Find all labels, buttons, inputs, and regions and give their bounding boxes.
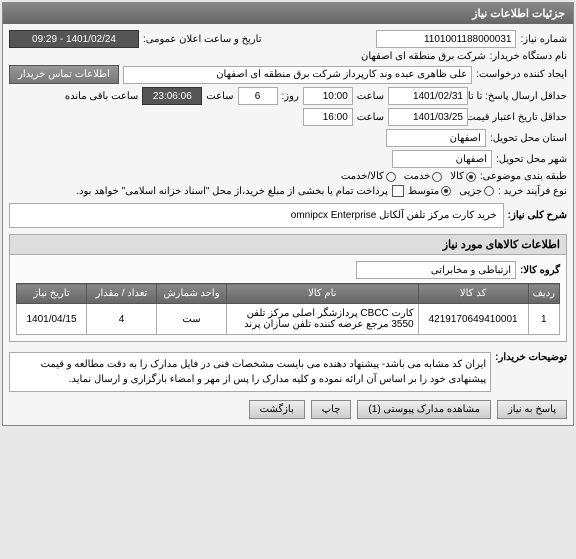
remaining-label: ساعت باقی مانده	[65, 91, 138, 102]
province-field: اصفهان	[386, 129, 486, 147]
contact-buyer-button[interactable]: اطلاعات تماس خریدار	[9, 65, 119, 84]
cell-idx: 1	[528, 304, 559, 335]
requester-field: علی ظاهری عبده وند کارپرداز شرکت برق منط…	[123, 66, 472, 84]
th-unit: واحد شمارش	[157, 284, 227, 304]
items-panel: اطلاعات کالاهای مورد نیاز گروه کالا: ارت…	[9, 234, 567, 342]
announce-value: 1401/02/24 - 09:29	[9, 30, 139, 48]
validity-label: حداقل تاریخ اعتبار قیمت: تا تاریخ:	[472, 112, 567, 123]
th-date: تاریخ نیاز	[17, 284, 87, 304]
items-panel-title: اطلاعات کالاهای مورد نیاز	[10, 235, 566, 255]
attachments-button[interactable]: مشاهده مدارک پیوستی (1)	[357, 400, 491, 419]
treasury-checkbox[interactable]	[392, 185, 404, 197]
print-button[interactable]: چاپ	[311, 400, 352, 419]
th-name: نام کالا	[227, 284, 419, 304]
th-code: کد کالا	[418, 284, 528, 304]
day-value: 6	[238, 87, 278, 105]
buyer-notes-label: توضیحات خریدار:	[495, 348, 567, 363]
radio-small[interactable]: جزیی	[459, 186, 494, 197]
deadline-date: 1401/02/31	[388, 87, 468, 105]
process-radio-group: جزیی متوسط	[408, 186, 494, 197]
category-radio-group: کالا خدمت کالا/خدمت	[341, 171, 476, 182]
process-note: پرداخت تمام یا بخشی از مبلغ خرید،از محل …	[76, 186, 388, 197]
hour-label: ساعت	[206, 91, 233, 102]
radio-goods-label: کالا	[450, 171, 464, 182]
desc-label: شرح کلی نیاز:	[508, 210, 567, 221]
radio-dot-icon	[466, 172, 476, 182]
group-label: گروه کالا:	[520, 265, 560, 276]
cell-name: کارت CBCC پردازشگر اصلی مرکز تلفن 3550 م…	[227, 304, 419, 335]
validity-time-label: ساعت	[357, 112, 384, 123]
deadline-label: حداقل ارسال پاسخ: تا تاریخ:	[472, 91, 567, 102]
table-row: 1 4219170649410001 کارت CBCC پردازشگر اص…	[17, 304, 560, 335]
deadline-time-label: ساعت	[357, 91, 384, 102]
back-button[interactable]: بازگشت	[249, 400, 305, 419]
footer-buttons: پاسخ به نیاز مشاهده مدارک پیوستی (1) چاپ…	[9, 400, 567, 419]
table-header-row: ردیف کد کالا نام کالا واحد شمارش تعداد /…	[17, 284, 560, 304]
day-label: روز:	[282, 91, 299, 102]
validity-time: 16:00	[303, 108, 353, 126]
buyer-name-value: شرکت برق منطقه ای اصفهان	[361, 51, 486, 62]
cell-qty: 4	[87, 304, 157, 335]
radio-dot-icon	[386, 172, 396, 182]
buyer-name-label: نام دستگاه خریدار:	[490, 51, 567, 62]
radio-both[interactable]: کالا/خدمت	[341, 171, 396, 182]
cell-code: 4219170649410001	[418, 304, 528, 335]
province-label: استان محل تحویل:	[490, 133, 567, 144]
radio-medium-label: متوسط	[408, 186, 439, 197]
radio-service-label: خدمت	[404, 171, 431, 182]
buyer-notes-box: ایران کد مشابه می باشد- پیشنهاد دهنده می…	[9, 352, 491, 392]
radio-service[interactable]: خدمت	[404, 171, 443, 182]
radio-dot-icon	[441, 186, 451, 196]
need-number-field: 1101001188000031	[376, 30, 516, 48]
cell-unit: ست	[157, 304, 227, 335]
radio-medium[interactable]: متوسط	[408, 186, 451, 197]
category-label: طبقه بندی موضوعی:	[480, 171, 567, 182]
validity-date: 1401/03/25	[388, 108, 468, 126]
requester-label: ایجاد کننده درخواست:	[476, 69, 567, 80]
need-number-label: شماره نیاز:	[520, 34, 567, 45]
city-label: شهر محل تحویل:	[496, 154, 567, 165]
deadline-time: 10:00	[303, 87, 353, 105]
radio-dot-icon	[484, 186, 494, 196]
city-field: اصفهان	[392, 150, 492, 168]
group-field: ارتباطی و مخابراتی	[356, 261, 516, 279]
reply-button[interactable]: پاسخ به نیاز	[497, 400, 567, 419]
radio-dot-icon	[432, 172, 442, 182]
desc-field: خرید کارت مرکز تلفن آلکاتل omnipcx Enter…	[9, 203, 504, 228]
form-body: شماره نیاز: 1101001188000031 تاریخ و ساع…	[3, 24, 573, 425]
cell-date: 1401/04/15	[17, 304, 87, 335]
radio-goods[interactable]: کالا	[450, 171, 476, 182]
panel-title: جزئیات اطلاعات نیاز	[3, 3, 573, 24]
radio-small-label: جزیی	[459, 186, 482, 197]
th-qty: تعداد / مقدار	[87, 284, 157, 304]
remaining-time: 23:06:06	[142, 87, 202, 105]
radio-both-label: کالا/خدمت	[341, 171, 384, 182]
items-table: ردیف کد کالا نام کالا واحد شمارش تعداد /…	[16, 283, 560, 335]
th-idx: ردیف	[528, 284, 559, 304]
details-panel: جزئیات اطلاعات نیاز شماره نیاز: 11010011…	[2, 2, 574, 426]
process-label: نوع فرآیند خرید :	[498, 186, 567, 197]
announce-label: تاریخ و ساعت اعلان عمومی:	[143, 34, 262, 45]
